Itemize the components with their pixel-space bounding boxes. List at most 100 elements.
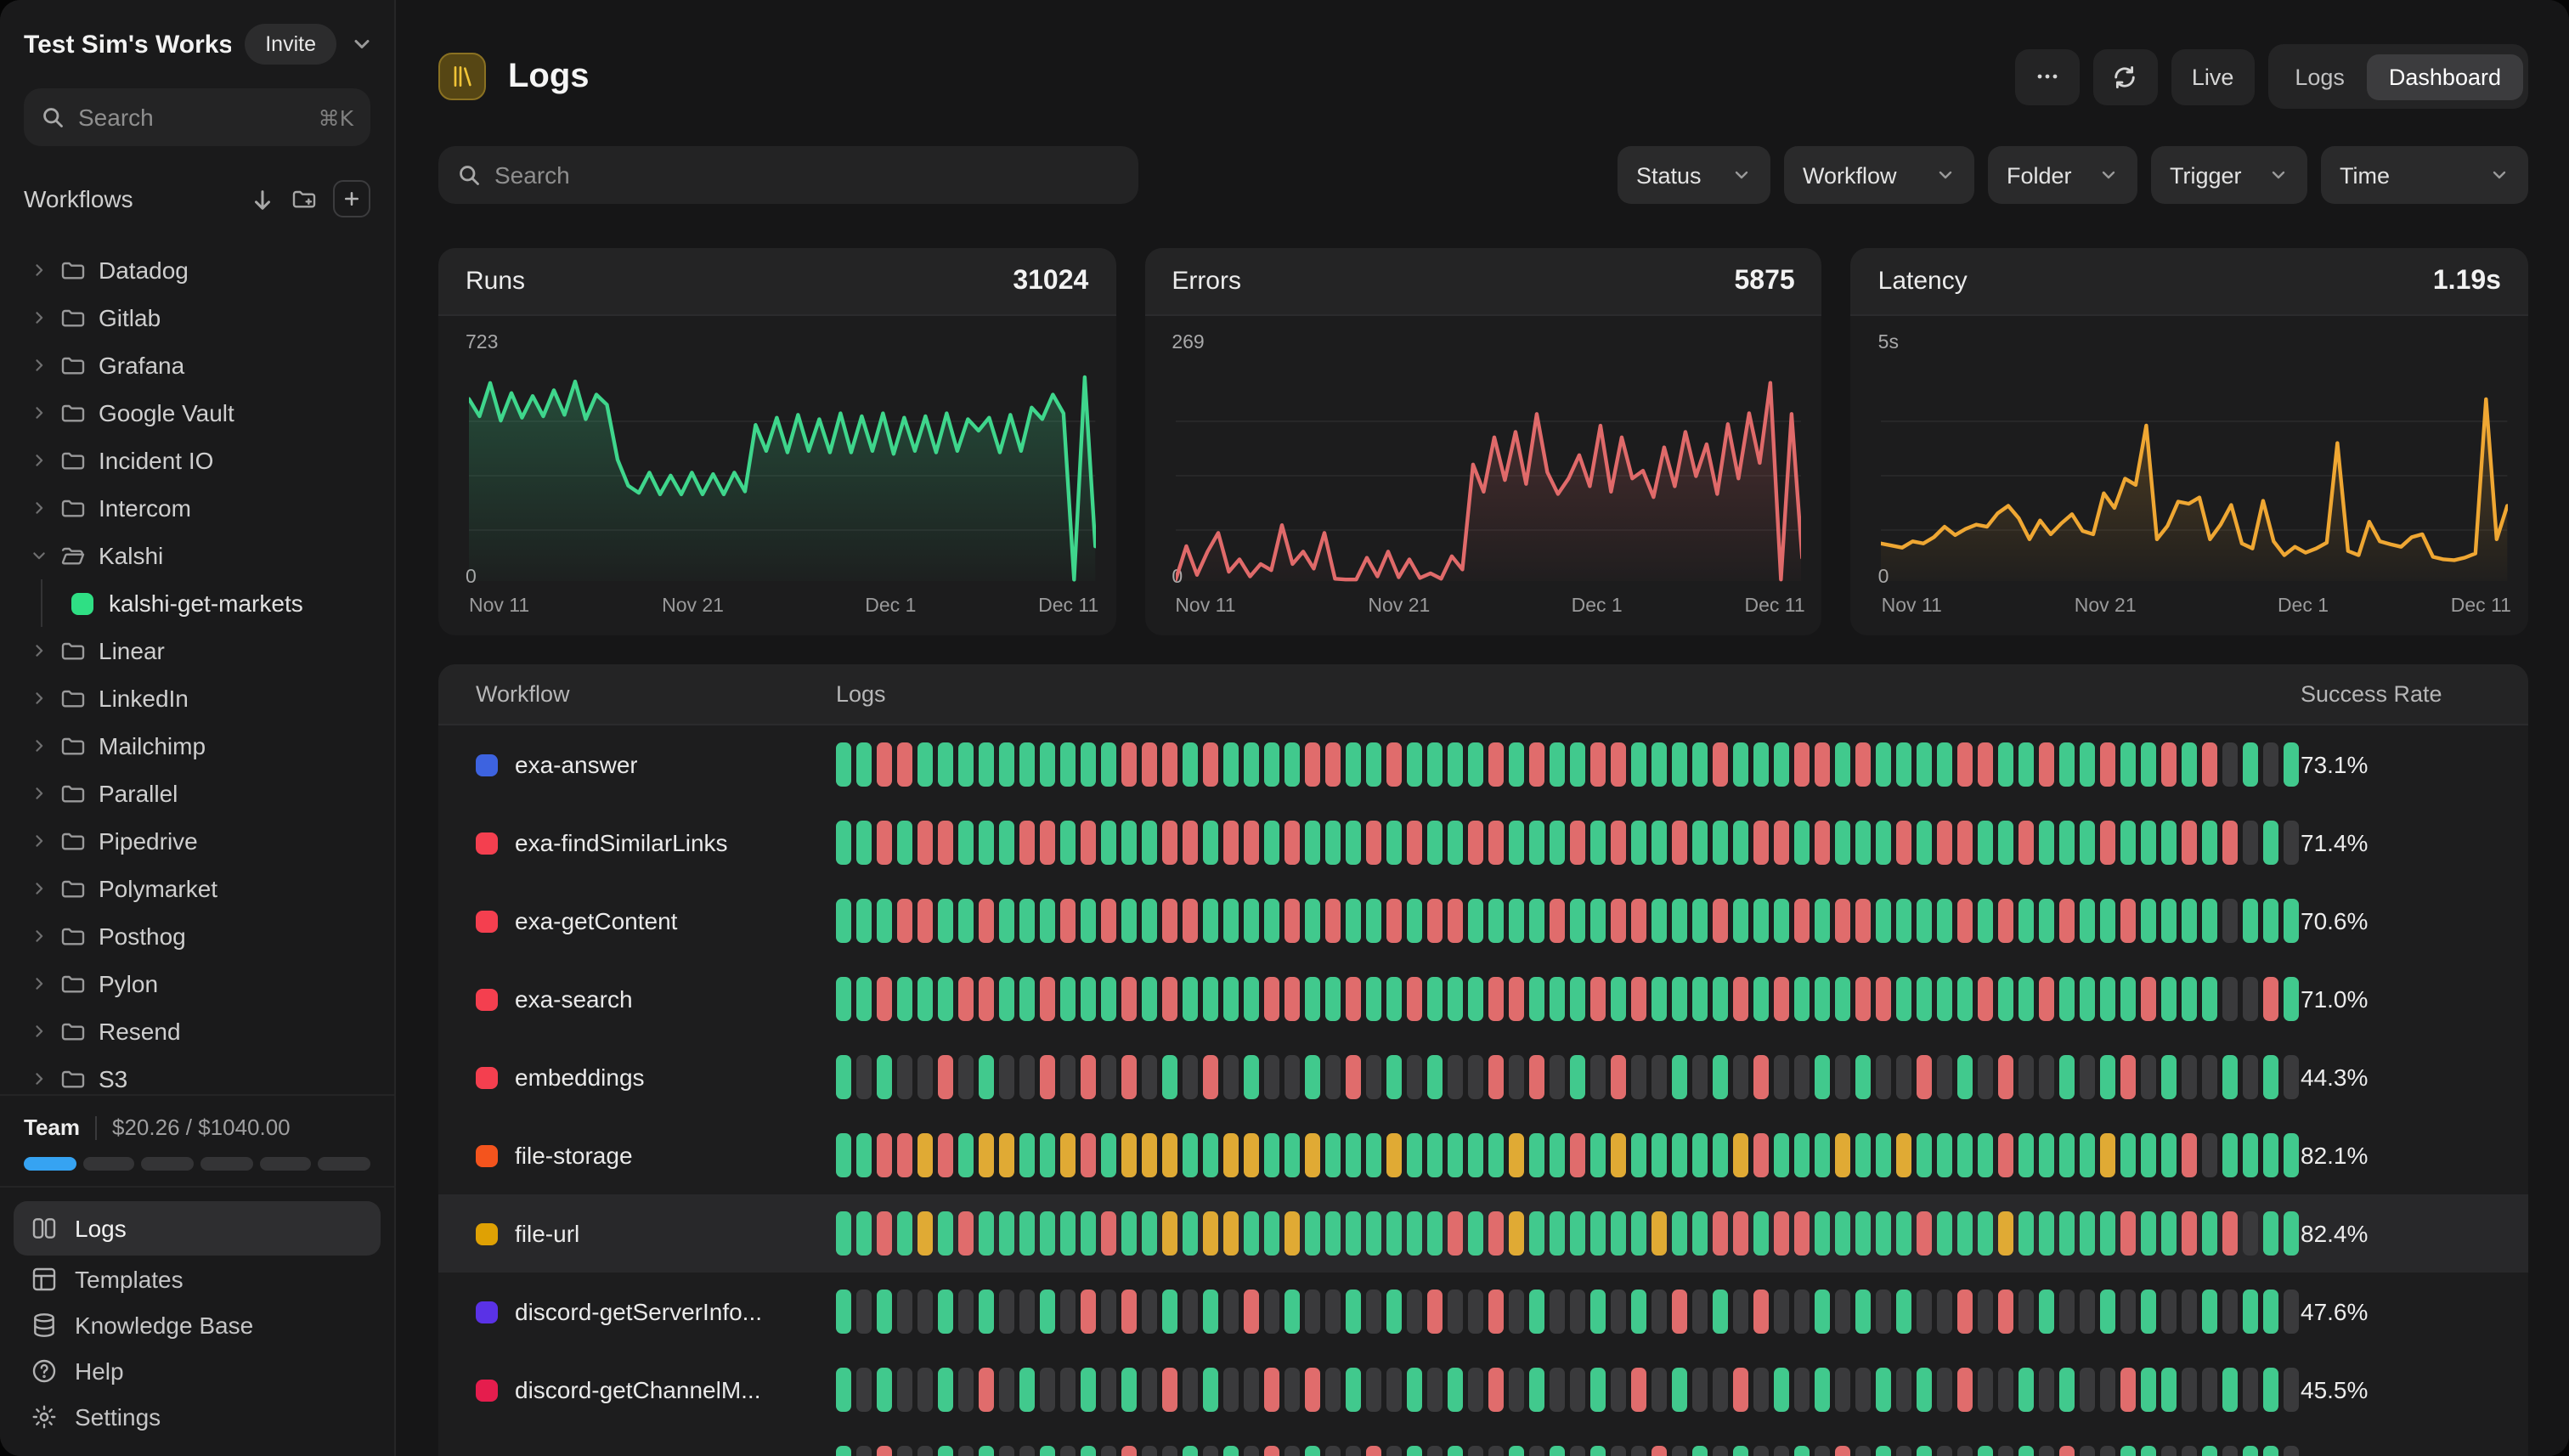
log-bar[interactable] <box>1550 742 1565 787</box>
log-bar[interactable] <box>1019 1211 1035 1256</box>
more-button[interactable] <box>2015 48 2080 104</box>
log-bar[interactable] <box>1325 977 1341 1021</box>
log-bar[interactable] <box>2263 977 2278 1021</box>
log-bar[interactable] <box>1590 1211 1606 1256</box>
sidebar-folder-linkedin[interactable]: LinkedIn <box>14 674 381 722</box>
log-bar[interactable] <box>2141 1133 2156 1177</box>
log-bar[interactable] <box>1835 899 1850 943</box>
log-bar[interactable] <box>2120 1368 2136 1412</box>
log-bar[interactable] <box>1957 899 1973 943</box>
log-bar[interactable] <box>1794 1133 1810 1177</box>
log-bar[interactable] <box>1550 1211 1565 1256</box>
log-bar[interactable] <box>1488 821 1504 865</box>
log-bar[interactable] <box>1529 742 1544 787</box>
log-bar[interactable] <box>1325 1133 1341 1177</box>
log-bar[interactable] <box>1060 1368 1076 1412</box>
log-bar[interactable] <box>1509 1133 1524 1177</box>
log-bar[interactable] <box>2243 1446 2258 1456</box>
log-bar[interactable] <box>979 821 994 865</box>
log-bar[interactable] <box>1060 899 1076 943</box>
log-bar[interactable] <box>1407 1290 1422 1334</box>
log-bar[interactable] <box>1652 1133 1667 1177</box>
log-bar[interactable] <box>1917 977 1932 1021</box>
log-bar[interactable] <box>1448 977 1463 1021</box>
log-bar[interactable] <box>1244 1055 1259 1099</box>
log-bar[interactable] <box>1407 1368 1422 1412</box>
log-bar[interactable] <box>1427 1446 1443 1456</box>
log-bar[interactable] <box>1366 899 1381 943</box>
log-bar[interactable] <box>999 1055 1014 1099</box>
log-bar[interactable] <box>958 1055 974 1099</box>
log-bar[interactable] <box>1325 1446 1341 1456</box>
log-bar[interactable] <box>2080 1055 2095 1099</box>
log-bar[interactable] <box>2263 1446 2278 1456</box>
log-bar[interactable] <box>1284 977 1300 1021</box>
log-bar[interactable] <box>897 821 912 865</box>
log-bar[interactable] <box>1121 1211 1137 1256</box>
log-bar[interactable] <box>1835 1290 1850 1334</box>
log-bar[interactable] <box>1815 1368 1830 1412</box>
log-bar[interactable] <box>1509 1290 1524 1334</box>
log-bar[interactable] <box>856 899 872 943</box>
log-bar[interactable] <box>979 1290 994 1334</box>
log-bar[interactable] <box>1101 821 1116 865</box>
log-bar[interactable] <box>2243 742 2258 787</box>
log-bar[interactable] <box>1753 1055 1769 1099</box>
log-bar[interactable] <box>1590 1133 1606 1177</box>
log-bar[interactable] <box>1427 899 1443 943</box>
log-bar[interactable] <box>1550 1368 1565 1412</box>
sidebar-folder-gitlab[interactable]: Gitlab <box>14 294 381 341</box>
log-bar[interactable] <box>2019 1133 2034 1177</box>
log-bar[interactable] <box>1876 1211 1891 1256</box>
workspace-name[interactable]: Test Sim's Works... <box>24 30 231 59</box>
sidebar-folder-pipedrive[interactable]: Pipedrive <box>14 817 381 865</box>
log-bar[interactable] <box>2284 977 2299 1021</box>
log-bar[interactable] <box>1142 1368 1157 1412</box>
log-bar[interactable] <box>2284 1368 2299 1412</box>
log-bar[interactable] <box>1753 1368 1769 1412</box>
log-bar[interactable] <box>1142 1211 1157 1256</box>
log-bar[interactable] <box>1305 899 1320 943</box>
log-bar[interactable] <box>2059 1446 2075 1456</box>
log-bar[interactable] <box>1733 1290 1748 1334</box>
live-button[interactable]: Live <box>2171 48 2255 104</box>
log-bar[interactable] <box>836 1290 851 1334</box>
log-bar[interactable] <box>897 1290 912 1334</box>
log-bar[interactable] <box>1713 1290 1728 1334</box>
sidebar-folder-polymarket[interactable]: Polymarket <box>14 865 381 912</box>
log-bar[interactable] <box>1244 821 1259 865</box>
log-bar[interactable] <box>2182 1055 2197 1099</box>
log-bar[interactable] <box>1060 1055 1076 1099</box>
new-folder-icon[interactable] <box>291 185 318 212</box>
log-bar[interactable] <box>897 742 912 787</box>
log-bar[interactable] <box>2080 742 2095 787</box>
log-bar[interactable] <box>1407 1211 1422 1256</box>
log-bar[interactable] <box>1081 1290 1096 1334</box>
log-bar[interactable] <box>1244 1290 1259 1334</box>
toggle-logs[interactable]: Logs <box>2273 54 2367 99</box>
log-bar[interactable] <box>1753 1290 1769 1334</box>
sidebar-item-help[interactable]: Help <box>14 1347 381 1393</box>
log-bar[interactable] <box>2019 1055 2034 1099</box>
log-bar[interactable] <box>1570 1446 1585 1456</box>
log-bar[interactable] <box>2222 1368 2238 1412</box>
sidebar-folder-linear[interactable]: Linear <box>14 627 381 674</box>
log-bar[interactable] <box>1550 899 1565 943</box>
log-bar[interactable] <box>2059 977 2075 1021</box>
log-bar[interactable] <box>1019 1055 1035 1099</box>
log-bar[interactable] <box>1346 742 1361 787</box>
log-bar[interactable] <box>1121 742 1137 787</box>
log-bar[interactable] <box>979 742 994 787</box>
log-bar[interactable] <box>2080 1290 2095 1334</box>
log-bar[interactable] <box>1876 1368 1891 1412</box>
log-bar[interactable] <box>1183 1133 1198 1177</box>
sidebar-folder-posthog[interactable]: Posthog <box>14 912 381 960</box>
log-bar[interactable] <box>1652 1290 1667 1334</box>
log-bar[interactable] <box>1794 1211 1810 1256</box>
log-bar[interactable] <box>1550 1446 1565 1456</box>
log-bar[interactable] <box>1305 742 1320 787</box>
log-bar[interactable] <box>2059 1055 2075 1099</box>
log-bar[interactable] <box>1040 1133 1055 1177</box>
log-bar[interactable] <box>1081 977 1096 1021</box>
log-bar[interactable] <box>2222 977 2238 1021</box>
